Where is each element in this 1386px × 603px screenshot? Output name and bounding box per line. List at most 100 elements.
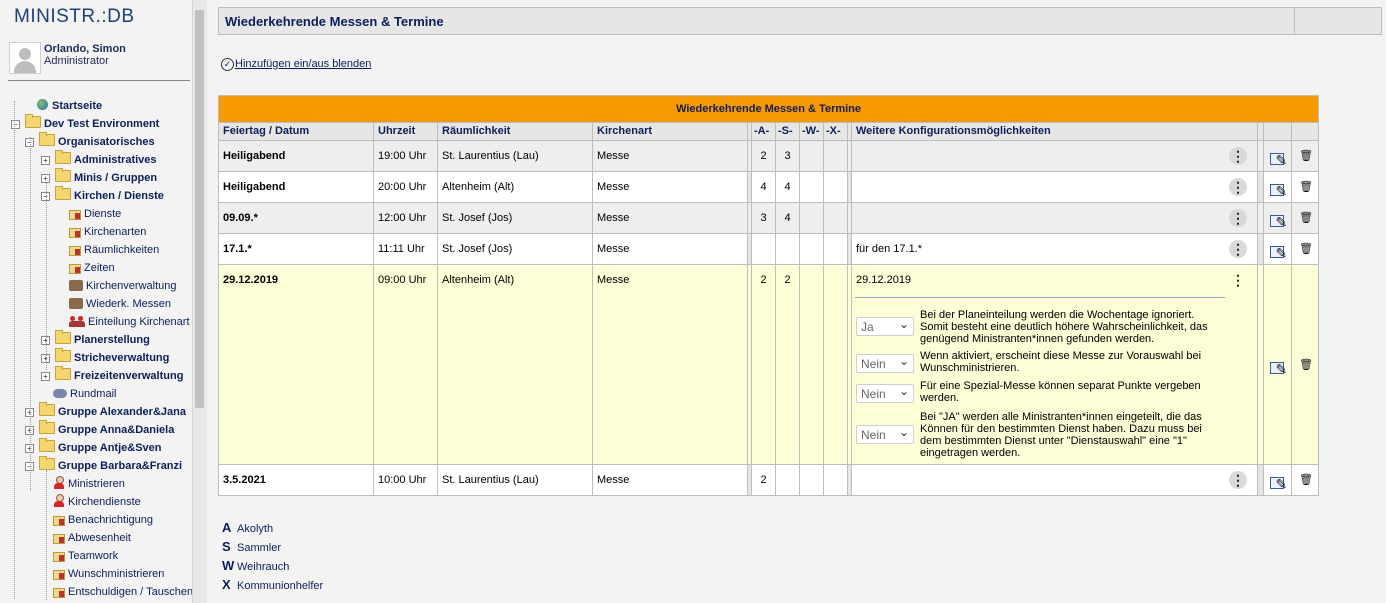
option-select[interactable]: Nein bbox=[856, 352, 914, 373]
more-options-icon[interactable] bbox=[1229, 209, 1247, 227]
sidebar-item-organisatorisches[interactable]: Organisatorisches bbox=[39, 132, 155, 151]
sidebar-item-planerstellung[interactable]: Planerstellung bbox=[55, 330, 150, 349]
table-row[interactable]: 17.1.* 11:11 Uhr St. Josef (Jos) Messe für d… bbox=[218, 233, 1320, 265]
sidebar-item-teamwork[interactable]: Teamwork bbox=[53, 547, 118, 565]
sidebar-item-kirchendienste[interactable]: Kirchendienste bbox=[53, 493, 141, 511]
page-icon bbox=[53, 548, 65, 562]
table-row[interactable]: Heiligabend 20:00 Uhr Altenheim (Alt) Messe… bbox=[218, 171, 1320, 203]
cell-edit bbox=[1263, 171, 1292, 203]
sidebar-item-benachrichtigung[interactable]: Benachrichtigung bbox=[53, 511, 153, 529]
more-options-icon[interactable] bbox=[1229, 178, 1247, 196]
sidebar-item-zeiten[interactable]: Zeiten bbox=[69, 259, 115, 277]
edit-icon[interactable] bbox=[1269, 145, 1287, 171]
cell-w bbox=[799, 264, 824, 465]
table-row[interactable]: 09.09.*12:00 UhrSt. Josef (Jos)Messe34 🗑 bbox=[218, 202, 1320, 234]
edit-icon[interactable] bbox=[1269, 354, 1287, 384]
option-select[interactable]: Nein bbox=[856, 423, 914, 444]
sidebar-item-freizeitenverwaltung[interactable]: Freizeitenverwaltung bbox=[55, 366, 183, 385]
collapse-toggle-icon[interactable]: − bbox=[11, 120, 20, 129]
trash-icon[interactable]: 🗑 bbox=[1299, 180, 1313, 194]
trash-icon[interactable]: 🗑 bbox=[1299, 211, 1313, 225]
sidebar-item-kirchenarten[interactable]: Kirchenarten bbox=[69, 223, 146, 241]
sidebar-item-dev-test-environment[interactable]: Dev Test Environment bbox=[25, 114, 159, 133]
page-icon bbox=[53, 584, 65, 598]
sidebar-item-label: Rundmail bbox=[70, 388, 117, 400]
cell-x bbox=[823, 202, 848, 234]
option-select[interactable]: Nein bbox=[856, 382, 914, 403]
sidebar-item-gruppe-antje-sven[interactable]: Gruppe Antje&Sven bbox=[39, 438, 162, 457]
edit-icon[interactable] bbox=[1269, 207, 1287, 233]
cell-time: 11:11 Uhr bbox=[373, 233, 438, 265]
table-row[interactable]: 3.5.2021 10:00 Uhr St. Laurentius (Lau) Mes… bbox=[218, 464, 1320, 496]
tree-line bbox=[46, 182, 47, 370]
sidebar-item-wunschministrieren[interactable]: Wunschministrieren bbox=[53, 565, 164, 583]
cell-room: St. Laurentius (Lau) bbox=[437, 464, 593, 496]
sidebar-item-gruppe-alexander-jana[interactable]: Gruppe Alexander&Jana bbox=[39, 402, 186, 421]
sidebar-item-ministrieren[interactable]: Ministrieren bbox=[53, 475, 125, 493]
legend-item: X Kommunionhelfer bbox=[222, 577, 323, 592]
sidebar-item-startseite[interactable]: Startseite bbox=[37, 97, 102, 115]
cell-config bbox=[851, 464, 1258, 496]
expand-toggle-icon[interactable]: + bbox=[41, 372, 50, 381]
legend-label: Weihrauch bbox=[237, 561, 290, 573]
sidebar-item-kirchen-dienste[interactable]: Kirchen / Dienste bbox=[55, 186, 164, 205]
more-options-icon[interactable] bbox=[1229, 147, 1247, 165]
trash-icon[interactable]: 🗑 bbox=[1299, 242, 1313, 256]
trash-icon[interactable]: 🗑 bbox=[1299, 358, 1313, 372]
cell-x bbox=[823, 171, 848, 203]
cell-kind: Messe bbox=[592, 140, 748, 172]
edit-icon[interactable] bbox=[1269, 176, 1287, 202]
sidebar-item-label: Startseite bbox=[52, 100, 103, 112]
page-title: Wiederkehrende Messen & Termine bbox=[225, 14, 444, 29]
app-logo[interactable]: MINISTR.:DB bbox=[14, 6, 135, 28]
table-row[interactable]: Heiligabend 19:00 Uhr St. Laurentius (Lau)… bbox=[218, 140, 1320, 172]
cell-s: 4 bbox=[775, 202, 800, 234]
more-options-icon[interactable] bbox=[1229, 471, 1247, 489]
trash-icon[interactable]: 🗑 bbox=[1299, 149, 1313, 163]
toggle-add-label[interactable]: Hinzufügen ein/aus blenden bbox=[235, 58, 371, 70]
sidebar-scrollbar[interactable] bbox=[192, 0, 207, 603]
sidebar-item-abwesenheit[interactable]: Abwesenheit bbox=[53, 529, 131, 547]
cell-a: 2 bbox=[751, 140, 776, 172]
sidebar-item-gruppe-anna-daniela[interactable]: Gruppe Anna&Daniela bbox=[39, 420, 174, 439]
sidebar-item-wiederk-messen[interactable]: Wiederk. Messen bbox=[69, 295, 171, 313]
trash-icon[interactable]: 🗑 bbox=[1299, 473, 1313, 487]
user-role: Administrator bbox=[44, 55, 109, 67]
sidebar-item-stricheverwaltung[interactable]: Stricheverwaltung bbox=[55, 348, 169, 367]
cell-delete: 🗑 bbox=[1290, 202, 1320, 234]
sidebar-item-gruppe-barbara-franzi[interactable]: Gruppe Barbara&Franzi bbox=[39, 456, 182, 475]
cell-x bbox=[823, 233, 848, 265]
scrollbar-thumb[interactable] bbox=[195, 10, 204, 408]
page-icon bbox=[53, 566, 65, 580]
cell-delete: 🗑 bbox=[1290, 464, 1320, 496]
sidebar-item-label: Minis / Gruppen bbox=[74, 172, 158, 184]
sidebar-item-administratives[interactable]: Administratives bbox=[55, 150, 157, 169]
folder-icon bbox=[55, 366, 71, 380]
page-icon bbox=[69, 224, 81, 238]
folder-icon bbox=[39, 456, 55, 470]
table-row[interactable]: 29.12.2019 09:00 Uhr Altenheim (Alt) Messe 2… bbox=[218, 264, 1320, 465]
sidebar-item-räumlichkeiten[interactable]: Räumlichkeiten bbox=[69, 241, 159, 259]
edit-icon[interactable] bbox=[1269, 469, 1287, 495]
more-options-icon[interactable] bbox=[1229, 271, 1247, 289]
sidebar-item-label: Ministrieren bbox=[68, 478, 125, 490]
edit-icon[interactable] bbox=[1269, 238, 1287, 264]
option-select[interactable]: Ja bbox=[856, 315, 914, 336]
more-options-icon[interactable] bbox=[1229, 240, 1247, 258]
legend-key: W bbox=[222, 558, 235, 573]
sidebar-item-label: Planerstellung bbox=[74, 334, 150, 346]
sidebar-item-dienste[interactable]: Dienste bbox=[69, 205, 121, 223]
sidebar: MINISTR.:DB Orlando, Simon Administrator… bbox=[0, 0, 192, 603]
sidebar-item-kirchenverwaltung[interactable]: Kirchenverwaltung bbox=[69, 277, 177, 295]
sidebar-item-entschuldigen-tauschen[interactable]: Entschuldigen / Tauschen bbox=[53, 583, 192, 601]
cell-x bbox=[823, 140, 848, 172]
expand-toggle-icon[interactable]: + bbox=[41, 156, 50, 165]
group-icon bbox=[69, 315, 85, 327]
sidebar-item-einteilung-kirchenart[interactable]: Einteilung Kirchenart bbox=[69, 313, 190, 331]
sidebar-item-rundmail[interactable]: Rundmail bbox=[53, 385, 116, 403]
user-name: Orlando, Simon bbox=[44, 43, 126, 55]
folder-icon bbox=[55, 348, 71, 362]
col-w: -W- bbox=[799, 122, 824, 141]
toggle-add-link[interactable]: ✓ Hinzufügen ein/aus blenden bbox=[221, 58, 371, 71]
sidebar-item-minis-gruppen[interactable]: Minis / Gruppen bbox=[55, 168, 158, 187]
